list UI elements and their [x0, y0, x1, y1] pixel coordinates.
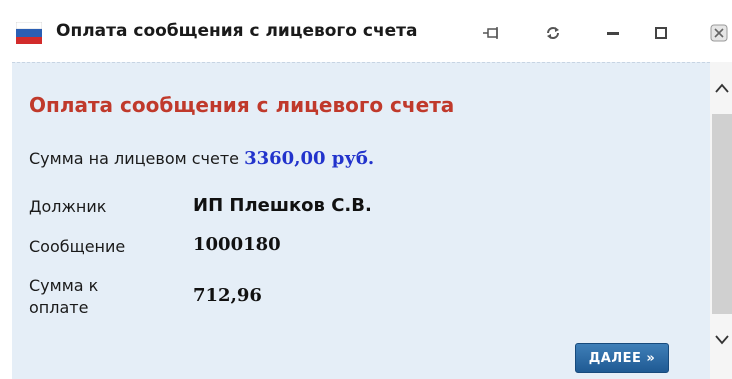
pin-icon	[483, 27, 498, 39]
minimize-icon	[607, 32, 619, 35]
refresh-button[interactable]	[538, 18, 568, 48]
scroll-up-button[interactable]	[714, 80, 730, 96]
window-title: Оплата сообщения с лицевого счета	[56, 21, 418, 41]
next-button-label: ДАЛЕЕ	[588, 350, 642, 366]
page-title: Оплата сообщения с лицевого счета	[29, 93, 455, 117]
next-button[interactable]: ДАЛЕЕ »	[575, 343, 669, 373]
russian-flag-icon	[16, 22, 42, 44]
close-icon	[710, 24, 728, 42]
balance-line: Сумма на лицевом счете 3360,00 руб.	[29, 148, 374, 169]
amount-label: Сумма к оплате	[29, 276, 99, 317]
window-titlebar: Оплата сообщения с лицевого счета	[0, 0, 732, 62]
maximize-button[interactable]	[646, 18, 676, 48]
refresh-icon	[547, 27, 559, 39]
scrollbar-thumb[interactable]	[712, 114, 732, 314]
scroll-down-button[interactable]	[714, 332, 730, 348]
balance-amount: 3360,00 руб.	[244, 148, 375, 169]
chevron-down-icon	[715, 335, 729, 345]
close-button[interactable]	[704, 18, 732, 48]
pin-button[interactable]	[476, 18, 506, 48]
message-value: 1000180	[193, 234, 281, 255]
debtor-value: ИП Плешков С.В.	[193, 195, 372, 216]
balance-label: Сумма на лицевом счете	[29, 149, 240, 168]
maximize-icon	[655, 27, 667, 39]
double-chevron-right-icon: »	[646, 350, 656, 366]
debtor-label: Должник	[29, 197, 107, 216]
minimize-button[interactable]	[598, 18, 628, 48]
message-label: Сообщение	[29, 237, 126, 256]
amount-value: 712,96	[193, 285, 262, 306]
chevron-up-icon	[715, 83, 729, 93]
